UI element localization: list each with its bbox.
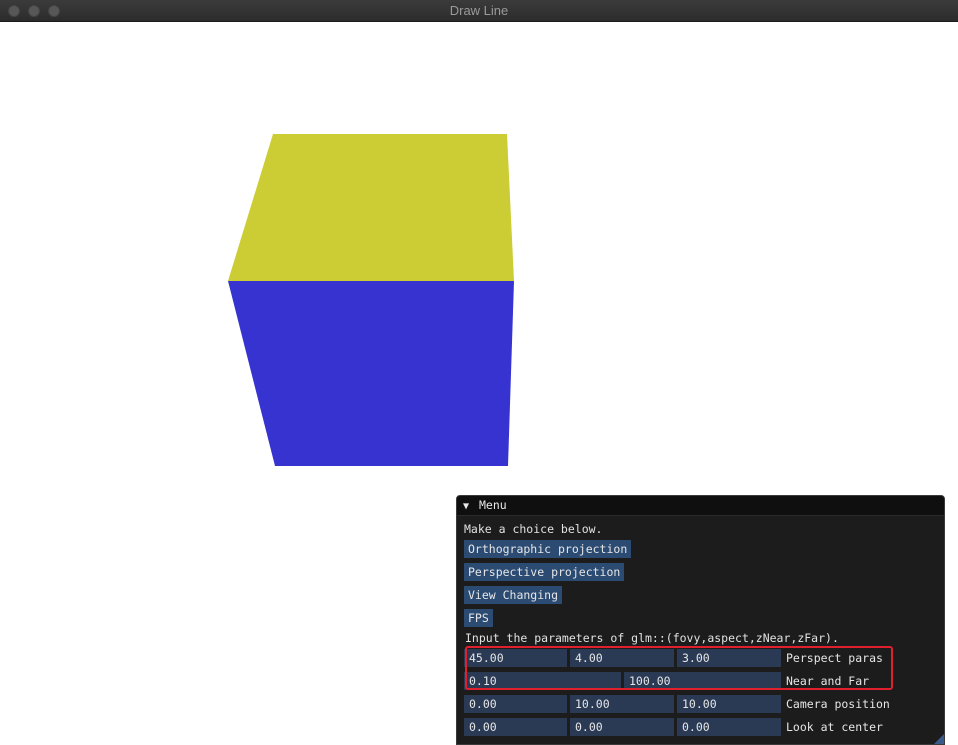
look-at-center-label: Look at center bbox=[786, 720, 883, 734]
parameters-prompt: Input the parameters of glm::(fovy,aspec… bbox=[465, 631, 839, 645]
collapse-triangle-icon[interactable]: ▼ bbox=[463, 501, 469, 512]
window-title: Draw Line bbox=[449, 3, 509, 18]
cube-front-face bbox=[228, 281, 514, 466]
menu-title: Menu bbox=[478, 498, 507, 512]
menu-panel-header[interactable]: ▼ Menu bbox=[457, 496, 944, 516]
camera-position-label: Camera position bbox=[786, 697, 890, 711]
orthographic-projection-button[interactable]: Orthographic projection bbox=[464, 540, 632, 558]
lookat-z-input[interactable]: 0.00 bbox=[677, 718, 781, 736]
perspective-projection-button[interactable]: Perspective projection bbox=[464, 563, 625, 581]
window-titlebar: Draw Line bbox=[0, 0, 958, 22]
view-changing-button[interactable]: View Changing bbox=[464, 586, 563, 604]
camera-z-input[interactable]: 10.00 bbox=[677, 695, 781, 713]
cube-top-face bbox=[228, 134, 514, 281]
resize-grip[interactable] bbox=[934, 734, 944, 744]
lookat-y-input[interactable]: 0.00 bbox=[570, 718, 674, 736]
lookat-x-input[interactable]: 0.00 bbox=[464, 718, 567, 736]
camera-y-input[interactable]: 10.00 bbox=[570, 695, 674, 713]
camera-x-input[interactable]: 0.00 bbox=[464, 695, 567, 713]
fps-button[interactable]: FPS bbox=[464, 609, 493, 627]
intro-text: Make a choice below. bbox=[464, 522, 603, 536]
highlight-box bbox=[465, 646, 893, 690]
